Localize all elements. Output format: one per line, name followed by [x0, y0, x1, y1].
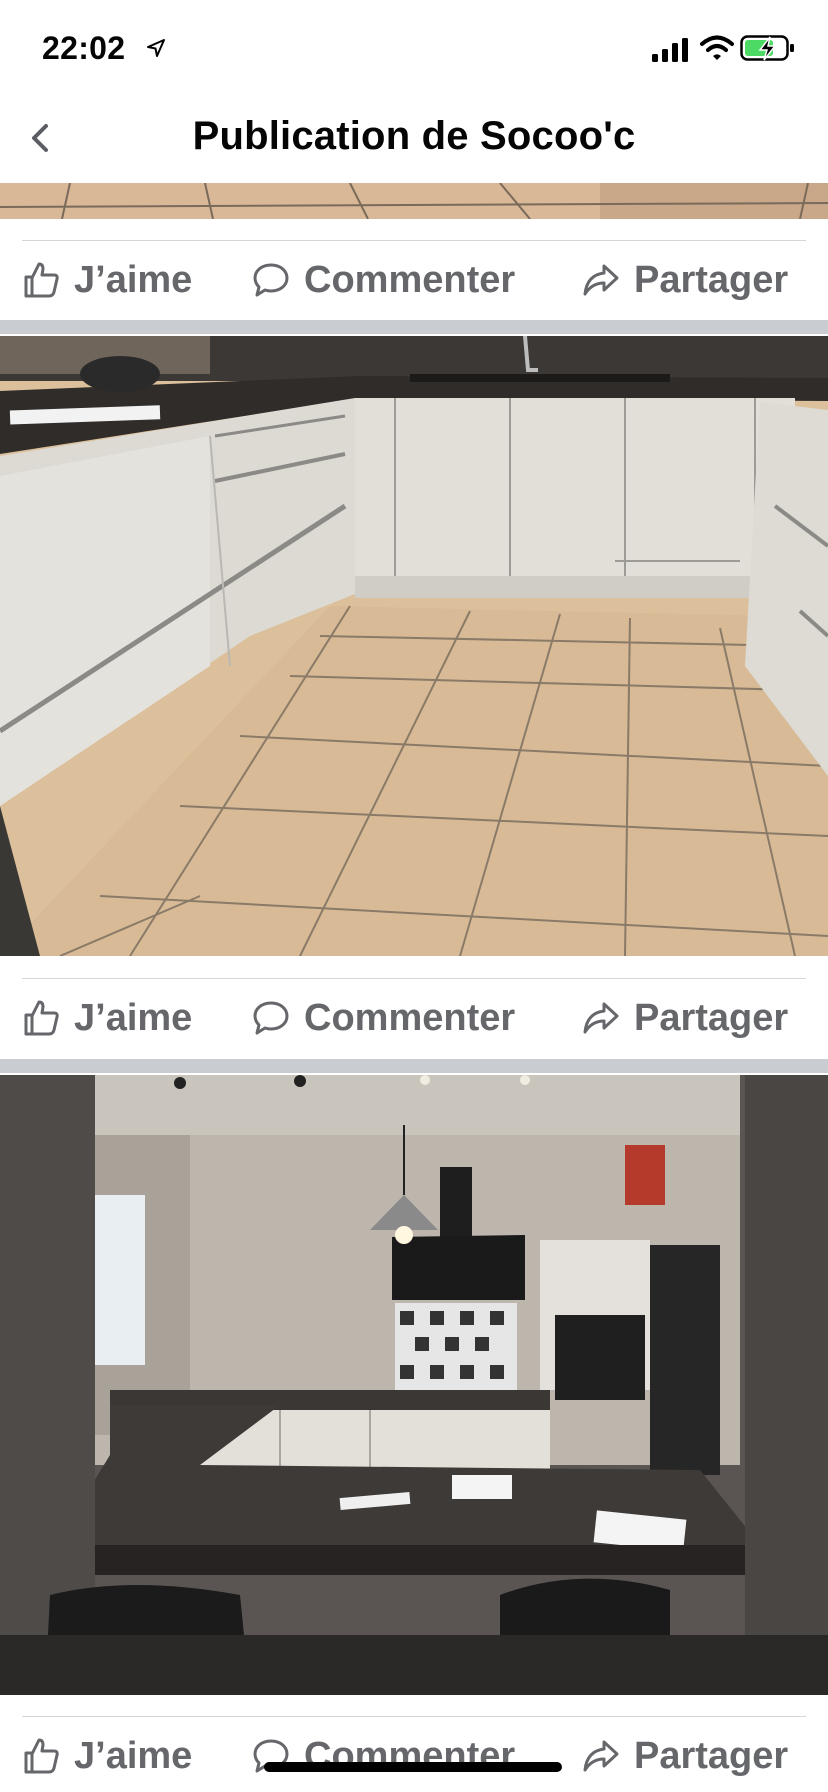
location-arrow-icon	[147, 39, 165, 57]
share-button[interactable]: Partager	[582, 252, 788, 308]
comment-bubble-icon	[253, 263, 289, 297]
divider	[22, 240, 806, 241]
like-label: J’aime	[74, 258, 193, 301]
like-button[interactable]: J’aime	[22, 990, 192, 1046]
comment-bubble-icon	[253, 1001, 289, 1035]
comment-button[interactable]: Commenter	[252, 252, 515, 308]
comment-button[interactable]: Commenter	[252, 990, 515, 1046]
post-action-bar: J’aime Commenter Partager	[0, 1716, 828, 1792]
share-button[interactable]: Partager	[582, 990, 788, 1046]
divider	[22, 978, 806, 979]
share-arrow-icon	[583, 1002, 619, 1034]
like-label: J’aime	[74, 1734, 193, 1777]
thumbs-up-icon	[24, 1738, 59, 1774]
post-photo[interactable]	[0, 336, 828, 956]
post-separator	[0, 320, 828, 334]
share-label: Partager	[634, 996, 789, 1039]
post-action-bar: J’aime Commenter Partager	[0, 978, 828, 1058]
post-separator	[0, 1059, 828, 1073]
home-indicator[interactable]	[264, 1762, 562, 1772]
comment-button[interactable]: Commenter	[252, 1728, 515, 1784]
like-label: J’aime	[74, 996, 193, 1039]
navigation-bar: Publication de Socoo'c	[0, 96, 828, 182]
like-button[interactable]: J’aime	[22, 252, 192, 308]
battery-charging-icon	[740, 35, 794, 61]
like-button[interactable]: J’aime	[22, 1728, 192, 1784]
comment-label: Commenter	[304, 258, 516, 301]
share-arrow-icon	[583, 1740, 619, 1772]
comment-label: Commenter	[304, 996, 516, 1039]
divider	[22, 1716, 806, 1717]
status-time: 22:02	[42, 30, 126, 66]
post-action-bar: J’aime Commenter Partager	[0, 240, 828, 320]
share-arrow-icon	[583, 264, 619, 296]
page-title: Publication de Socoo'c	[192, 114, 636, 158]
cellular-signal-icon	[652, 38, 688, 62]
share-button[interactable]: Partager	[582, 1728, 788, 1784]
post-photo[interactable]	[0, 183, 828, 219]
thumbs-up-icon	[24, 1000, 59, 1036]
wifi-icon	[700, 35, 734, 60]
share-label: Partager	[634, 258, 789, 301]
status-bar: 22:02	[0, 0, 828, 96]
share-label: Partager	[634, 1734, 789, 1777]
thumbs-up-icon	[24, 262, 59, 298]
post-photo[interactable]	[0, 1075, 828, 1695]
